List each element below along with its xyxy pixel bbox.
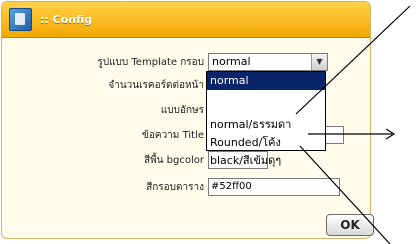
dropdown-option-normal-thai[interactable]: normal/ธรรมดา [207,116,325,134]
template-select[interactable]: normal ▼ [208,53,328,71]
field-row-border-color: สีกรอบตาราง #52ff00 [2,178,370,196]
field-label-bgcolor: สีพื้น bgcolor [143,155,204,166]
border-color-input[interactable]: #52ff00 [208,178,340,196]
template-dropdown-list[interactable]: normal normal/ธรรมดา Rounded/โค้ง black/… [206,71,326,167]
dialog-titlebar: :: Config [2,2,370,38]
template-select-value: normal [212,55,251,68]
ok-button[interactable]: OK [326,214,374,236]
dropdown-option-normal-selected[interactable]: normal [207,72,325,90]
dropdown-option-blank[interactable] [207,90,325,98]
field-label-border-color: สีกรอบตาราง [146,182,204,193]
dropdown-option-rounded[interactable]: Rounded/โค้ง [207,134,325,152]
arrow-head-icon [385,128,396,140]
config-app-icon [9,8,32,31]
field-row-template: รูปแบบ Template กรอบ normal ▼ [2,53,370,71]
field-label-template: รูปแบบ Template กรอบ [97,57,204,68]
chevron-down-icon[interactable]: ▼ [311,54,327,70]
dropdown-option-black[interactable]: black/สีเข้มดุๆ [207,152,325,170]
field-label-title: ข้อความ Title [142,130,204,141]
dialog-title: :: Config [40,13,93,26]
field-label-records: จำนวนเรคอร์ดต่อหน้า [108,80,204,91]
field-label-font: แบบอักษร [160,105,204,116]
